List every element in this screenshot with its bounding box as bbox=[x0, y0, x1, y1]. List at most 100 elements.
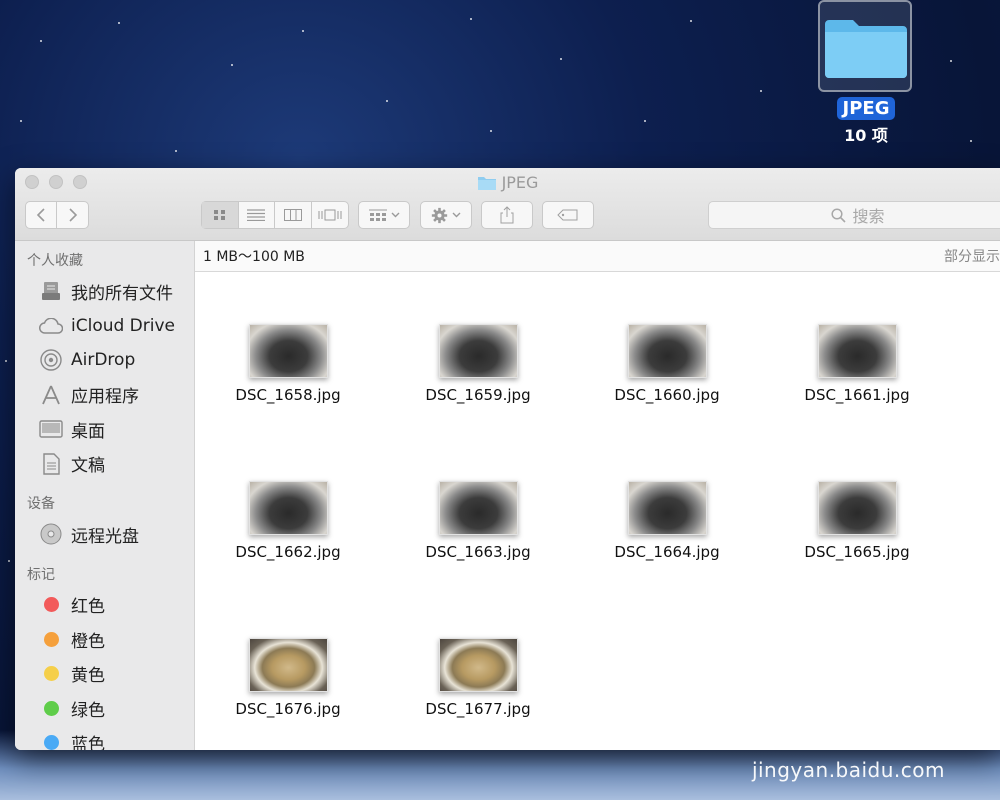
all-files-icon bbox=[38, 280, 64, 302]
cloud-icon bbox=[38, 315, 64, 337]
sidebar-tag-orange[interactable]: 橙色 bbox=[15, 622, 194, 657]
tag-dot-icon bbox=[38, 697, 64, 719]
sidebar-item-icloud-drive[interactable]: iCloud Drive bbox=[15, 309, 194, 344]
watermark-url: jingyan.baidu.com bbox=[751, 758, 945, 782]
sidebar-item-label: 蓝色 bbox=[71, 735, 105, 750]
sidebar-item-desktop[interactable]: 桌面 bbox=[15, 412, 194, 447]
file-browser: 1 MB～100 MB 部分显示 DSC_1658.jpg DSC_1659.j… bbox=[195, 241, 1000, 750]
file-item[interactable]: DSC_1663.jpg bbox=[398, 481, 558, 561]
sidebar-item-label: 红色 bbox=[71, 597, 105, 618]
search-filter-bar: 1 MB～100 MB 部分显示 bbox=[195, 241, 1000, 272]
window-title-text: JPEG bbox=[501, 173, 539, 192]
file-name: DSC_1663.jpg bbox=[425, 543, 531, 561]
sidebar-section-favorites: 个人收藏 bbox=[27, 253, 83, 269]
back-button[interactable] bbox=[26, 202, 58, 228]
filter-scope-label[interactable]: 部分显示 bbox=[944, 246, 1000, 266]
icon-view-icon bbox=[213, 210, 225, 220]
sidebar-tag-blue[interactable]: 蓝色 bbox=[15, 726, 194, 750]
sidebar-item-documents[interactable]: 文稿 bbox=[15, 447, 194, 482]
sidebar-item-remote-disc[interactable]: 远程光盘 bbox=[15, 517, 194, 552]
tag-dot-icon bbox=[38, 594, 64, 616]
file-item[interactable]: DSC_1676.jpg bbox=[208, 638, 368, 718]
sidebar-section-tags: 标记 bbox=[27, 566, 55, 583]
file-item[interactable]: DSC_1660.jpg bbox=[587, 324, 747, 404]
chevron-left-icon bbox=[36, 208, 45, 222]
sidebar-item-applications[interactable]: 应用程序 bbox=[15, 378, 194, 413]
file-name: DSC_1659.jpg bbox=[425, 386, 531, 404]
file-item[interactable]: DSC_1662.jpg bbox=[208, 481, 368, 561]
image-thumbnail bbox=[627, 481, 707, 535]
nav-buttons bbox=[25, 201, 89, 229]
document-icon bbox=[38, 453, 64, 475]
window-title: JPEG bbox=[15, 173, 1000, 192]
file-item[interactable]: DSC_1664.jpg bbox=[587, 481, 747, 561]
image-thumbnail bbox=[438, 481, 518, 535]
arrange-icon bbox=[368, 209, 387, 221]
chevron-down-icon bbox=[452, 212, 461, 218]
disc-icon bbox=[38, 523, 64, 545]
share-icon bbox=[500, 206, 514, 224]
action-button[interactable] bbox=[420, 201, 472, 229]
sidebar-item-label: 远程光盘 bbox=[71, 526, 139, 547]
file-name: DSC_1661.jpg bbox=[804, 386, 910, 404]
tag-button[interactable] bbox=[542, 201, 594, 229]
arrange-button[interactable] bbox=[358, 201, 410, 229]
chevron-down-icon bbox=[391, 212, 399, 218]
sidebar-item-airdrop[interactable]: AirDrop bbox=[15, 343, 194, 378]
sidebar-item-label: 应用程序 bbox=[71, 387, 139, 408]
search-field[interactable]: 搜索 bbox=[708, 201, 1000, 229]
desktop-folder-label: JPEG bbox=[836, 97, 896, 120]
sidebar-section-devices: 设备 bbox=[27, 496, 55, 512]
desktop-folder-count: 10 项 bbox=[844, 126, 888, 145]
sidebar-item-label: 橙色 bbox=[71, 631, 105, 652]
view-mode-control bbox=[201, 201, 349, 229]
sidebar-item-label: 桌面 bbox=[71, 421, 105, 442]
cover-flow-icon bbox=[318, 209, 342, 221]
tag-dot-icon bbox=[38, 663, 64, 685]
sidebar-tag-red[interactable]: 红色 bbox=[15, 588, 194, 623]
search-icon bbox=[831, 207, 847, 223]
desktop-icon bbox=[38, 418, 64, 440]
size-filter-token[interactable]: 1 MB～100 MB bbox=[203, 246, 305, 266]
file-item[interactable]: DSC_1658.jpg bbox=[208, 324, 368, 404]
folder-selection-box bbox=[818, 0, 912, 92]
folder-icon bbox=[477, 177, 496, 190]
tag-dot-icon bbox=[38, 732, 64, 750]
folder-icon bbox=[825, 20, 907, 78]
file-item[interactable]: DSC_1661.jpg bbox=[777, 324, 937, 404]
file-item[interactable]: DSC_1665.jpg bbox=[777, 481, 937, 561]
sidebar-item-all-files[interactable]: 我的所有文件 bbox=[15, 274, 194, 309]
applications-icon bbox=[38, 384, 64, 406]
titlebar: JPEG 搜索 bbox=[15, 168, 1000, 241]
file-name: DSC_1664.jpg bbox=[614, 543, 720, 561]
image-thumbnail bbox=[817, 481, 897, 535]
image-thumbnail bbox=[248, 324, 328, 378]
image-thumbnail bbox=[248, 481, 328, 535]
image-thumbnail bbox=[817, 324, 897, 378]
finder-window: JPEG 搜索 个人收藏 我的所有文件 iCloud Drive AirDrop… bbox=[15, 168, 1000, 750]
sidebar-tag-green[interactable]: 绿色 bbox=[15, 691, 194, 726]
sidebar-item-label: AirDrop bbox=[71, 350, 136, 371]
cover-flow-button[interactable] bbox=[312, 202, 348, 228]
sidebar: 个人收藏 我的所有文件 iCloud Drive AirDrop 应用程序 桌面… bbox=[15, 241, 195, 750]
column-view-icon bbox=[283, 209, 302, 221]
share-button[interactable] bbox=[481, 201, 533, 229]
image-thumbnail bbox=[248, 638, 328, 692]
desktop-folder-jpeg[interactable]: JPEG 10 项 bbox=[818, 0, 914, 146]
sidebar-item-label: 绿色 bbox=[71, 700, 105, 721]
column-view-button[interactable] bbox=[275, 202, 312, 228]
file-name: DSC_1658.jpg bbox=[235, 386, 341, 404]
image-thumbnail bbox=[438, 638, 518, 692]
list-view-icon bbox=[247, 209, 266, 221]
tag-icon bbox=[557, 209, 578, 221]
gear-icon bbox=[431, 207, 448, 223]
file-item[interactable]: DSC_1659.jpg bbox=[398, 324, 558, 404]
forward-button[interactable] bbox=[57, 202, 88, 228]
list-view-button[interactable] bbox=[239, 202, 275, 228]
file-item[interactable]: DSC_1677.jpg bbox=[398, 638, 558, 718]
file-name: DSC_1660.jpg bbox=[614, 386, 720, 404]
sidebar-tag-yellow[interactable]: 黄色 bbox=[15, 657, 194, 692]
file-grid: DSC_1658.jpg DSC_1659.jpg DSC_1660.jpg D… bbox=[195, 283, 1000, 750]
file-name: DSC_1665.jpg bbox=[804, 543, 910, 561]
icon-view-button[interactable] bbox=[202, 202, 239, 228]
